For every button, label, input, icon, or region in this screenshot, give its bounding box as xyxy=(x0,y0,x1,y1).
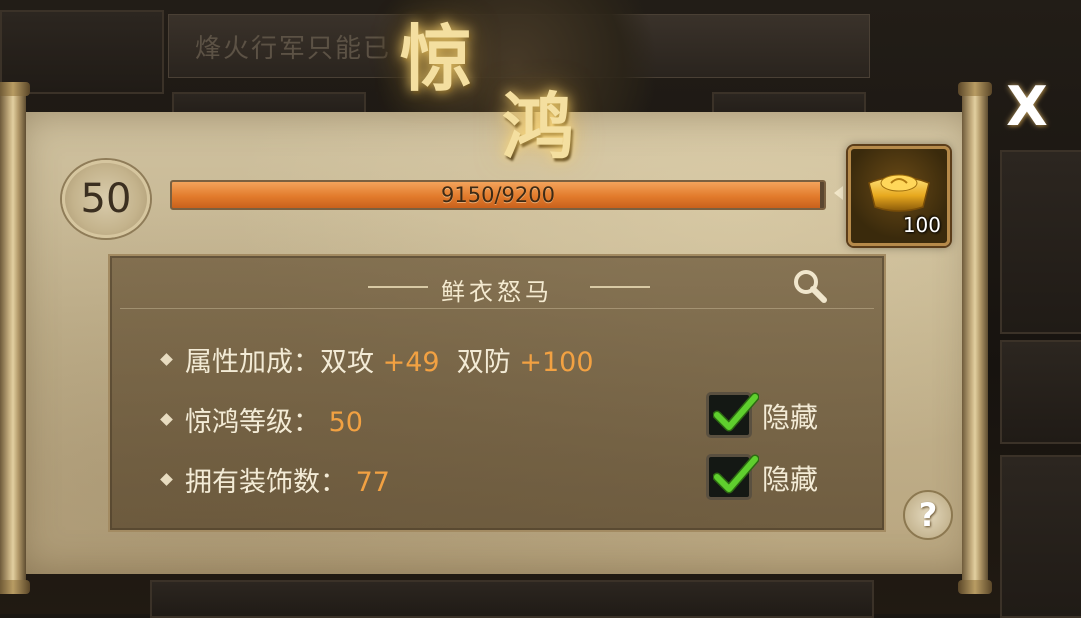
attack-label: 双攻 xyxy=(320,347,374,378)
hide-decoration-label: 隐藏 xyxy=(762,463,819,496)
attribute-bonus-row: 属性加成：双攻 +49 双防 +100 xyxy=(160,340,594,379)
bullet-diamond-icon xyxy=(160,413,173,426)
exp-progress-bar: 9150/9200 xyxy=(170,180,826,210)
subtitle-ornament-right xyxy=(590,286,650,288)
checkmark-icon xyxy=(713,454,759,494)
hide-level-checkbox[interactable] xyxy=(706,392,759,438)
attribute-bonus-label: 属性加成： xyxy=(185,347,320,378)
panel-title-char-2: 鸿 xyxy=(502,84,575,169)
exp-progress-text: 9150/9200 xyxy=(441,183,555,207)
bullet-diamond-icon xyxy=(160,353,173,366)
level-row: 惊鸿等级： 50 xyxy=(160,400,363,439)
level-badge: 50 xyxy=(62,160,150,238)
help-button[interactable]: ? xyxy=(903,490,953,540)
set-name-title: 鲜衣怒马 xyxy=(441,278,553,306)
hide-level-label: 隐藏 xyxy=(762,401,819,434)
search-icon[interactable] xyxy=(790,266,830,306)
info-box: 鲜衣怒马 属性加成：双攻 +49 双防 +100 惊鸿等级： 50 拥有装饰数：… xyxy=(108,254,886,532)
scroll-rod-right xyxy=(958,82,992,594)
bullet-diamond-icon xyxy=(160,473,173,486)
decoration-count-label: 拥有装饰数： xyxy=(185,467,347,498)
attack-value: +49 xyxy=(382,347,440,378)
info-divider xyxy=(120,308,874,309)
background-card xyxy=(150,580,874,618)
reward-item[interactable]: 100 xyxy=(848,146,950,246)
hide-decoration-checkbox[interactable] xyxy=(706,454,759,500)
scroll-rod-left xyxy=(0,82,30,594)
defense-label: 双防 xyxy=(456,347,511,378)
level-value: 50 xyxy=(328,407,363,438)
level-label: 惊鸿等级： xyxy=(185,407,320,438)
close-button[interactable]: X xyxy=(1002,80,1052,134)
background-card xyxy=(1000,150,1081,334)
decoration-count-row: 拥有装饰数： 77 xyxy=(160,460,390,499)
decoration-count-value: 77 xyxy=(355,467,390,498)
checkmark-icon xyxy=(713,392,759,432)
gold-ingot-icon xyxy=(868,174,930,212)
panel-title-char-1: 惊 xyxy=(400,16,473,101)
defense-value: +100 xyxy=(519,347,594,378)
reward-count: 100 xyxy=(902,213,941,237)
background-card xyxy=(1000,455,1081,618)
exp-arrow-icon xyxy=(834,186,843,200)
background-card xyxy=(1000,340,1081,444)
